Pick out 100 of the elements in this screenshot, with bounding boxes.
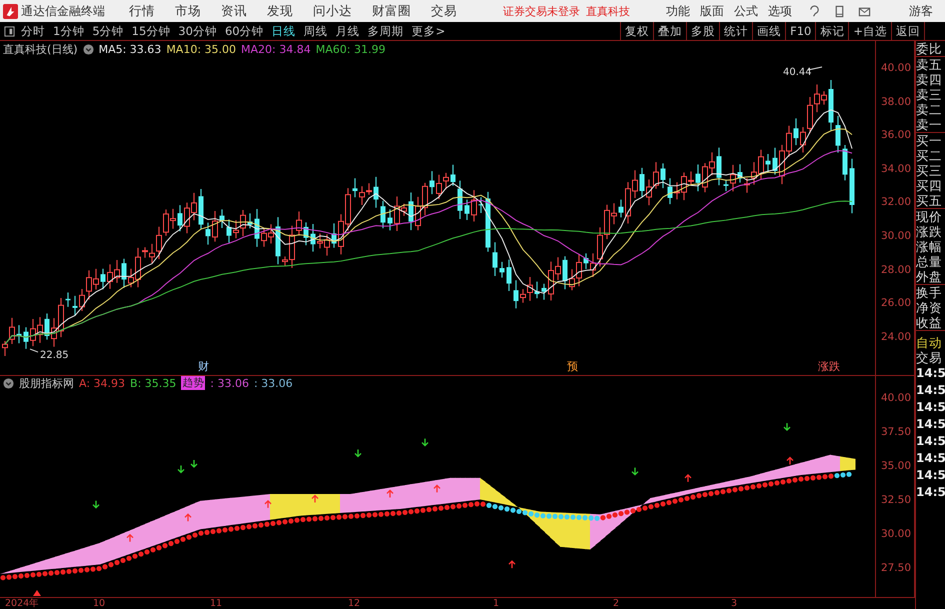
auto-label[interactable]: 自动: [916, 335, 945, 350]
quote-field-label: 换手: [916, 285, 943, 300]
up-triangle-icon: [33, 590, 41, 596]
quote-field-label: 总量: [916, 254, 943, 269]
period-tab[interactable]: 周线: [304, 24, 328, 38]
up-arrow-icon: [786, 456, 794, 466]
indicator-value: : 33.06: [254, 376, 293, 390]
period-tab[interactable]: 15分钟: [132, 24, 170, 38]
chart-action-button[interactable]: 多股: [686, 22, 720, 40]
quote-field-label: 卖一: [916, 117, 943, 132]
quote-field-label: 买二: [916, 148, 943, 163]
menu-item[interactable]: 市场: [175, 2, 201, 20]
quote-field-label: 收益: [916, 315, 943, 330]
event-marker[interactable]: 财: [198, 360, 210, 373]
chart-action-button[interactable]: 画线: [752, 22, 786, 40]
chart-action-button[interactable]: 复权: [620, 22, 654, 40]
quote-field-label: 委比: [916, 41, 943, 56]
period-tab[interactable]: 多周期: [368, 24, 404, 38]
app-title: 通达信金融终端: [21, 2, 105, 20]
date-axis-label: 2024年: [5, 598, 40, 609]
period-tab[interactable]: 60分钟: [224, 24, 264, 38]
chart-action-button[interactable]: F10: [785, 22, 816, 40]
price-axis-label: 36.00: [880, 128, 911, 142]
indicator-axis-label: 32.50: [880, 493, 911, 507]
chart-action-button[interactable]: 叠加: [653, 22, 686, 40]
quote-field-label: 卖四: [916, 72, 943, 87]
quote-field-label: 现价: [916, 209, 943, 224]
menu-item[interactable]: 发现: [267, 2, 293, 20]
menu-item[interactable]: 行情: [129, 2, 155, 20]
price-axis-label: 32.00: [880, 195, 911, 210]
chart-action-button[interactable]: 返回: [891, 22, 924, 40]
period-tab[interactable]: 分时: [21, 24, 45, 38]
ma-value: MA10: 35.00: [166, 42, 236, 56]
trade-time: 14:5: [916, 416, 945, 433]
period-tab[interactable]: 30分钟: [178, 24, 217, 38]
quote-field-label: 净资: [916, 300, 943, 315]
mail-icon[interactable]: [858, 4, 871, 18]
indicator-axis-label: 30.00: [880, 527, 911, 541]
down-arrow-icon: [354, 448, 362, 458]
login-status: 证券交易未登录: [503, 4, 580, 18]
menu-item[interactable]: 问小达: [313, 2, 352, 20]
event-marker[interactable]: 预: [567, 360, 578, 373]
chart-action-button[interactable]: +自选: [848, 22, 891, 40]
down-arrow-icon: [783, 422, 791, 432]
quote-field-label: 买三: [916, 163, 943, 178]
quote-field-label: 卖二: [916, 102, 943, 117]
up-arrow-icon: [311, 494, 319, 504]
price-axis-label: 40.00: [880, 61, 911, 75]
indicator-axis-label: 35.00: [880, 459, 911, 473]
stock-link[interactable]: 直真科技: [586, 4, 630, 18]
low-price-annotation: 22.85: [30, 348, 69, 362]
indicator-axis-label: 27.50: [880, 561, 911, 575]
dropdown-icon[interactable]: [82, 44, 94, 54]
tool-menu-item[interactable]: 公式: [734, 2, 758, 20]
menu-item[interactable]: 交易: [431, 2, 457, 20]
tool-menu-item[interactable]: 版面: [700, 2, 724, 20]
period-tab[interactable]: 更多>: [412, 24, 446, 38]
up-arrow-icon: [184, 513, 192, 522]
up-arrow-icon: [508, 560, 516, 569]
trade-time: 14:5: [916, 382, 945, 399]
down-arrow-icon: [177, 464, 185, 474]
quote-field-label: 涨跌: [916, 224, 943, 239]
date-axis-label: 10: [93, 598, 106, 609]
tool-menu-item[interactable]: 功能: [666, 2, 690, 20]
indicator-axis-label: 40.00: [880, 391, 911, 405]
indicator-value: B: 35.35: [130, 376, 176, 390]
down-arrow-icon: [190, 459, 198, 468]
phone-icon[interactable]: [833, 4, 846, 18]
menu-item[interactable]: 资讯: [221, 2, 247, 20]
indicator-title: 股朋指标网: [19, 376, 74, 390]
date-axis-label: 1: [493, 598, 500, 609]
event-marker[interactable]: 涨跌: [818, 360, 840, 373]
ma-value: MA5: 33.63: [98, 42, 162, 56]
quote-field-label: 涨幅: [916, 239, 943, 254]
trade-time: 14:5: [916, 484, 945, 501]
date-axis-label: 11: [210, 598, 222, 609]
tool-menu-item[interactable]: 选项: [768, 2, 792, 20]
trend-tag: 趋势: [181, 376, 206, 390]
chart-title: 直真科技(日线): [3, 42, 78, 56]
quote-field-label: 买四: [916, 178, 943, 193]
period-tab[interactable]: 5分钟: [92, 24, 124, 38]
chart-action-button[interactable]: 标记: [815, 22, 848, 40]
period-tab[interactable]: 日线: [272, 24, 296, 38]
price-axis-label: 28.00: [880, 262, 911, 277]
quote-field-label: 卖三: [916, 87, 943, 102]
panel-toggle-icon[interactable]: [4, 26, 15, 36]
quote-field-label: 买一: [916, 133, 943, 148]
menu-item[interactable]: 财富圈: [372, 2, 411, 20]
up-arrow-icon: [684, 474, 692, 483]
chart-action-button[interactable]: 统计: [719, 22, 752, 40]
trade-time: 14:5: [916, 467, 945, 484]
high-price-annotation: 40.44: [783, 66, 822, 78]
up-arrow-icon: [433, 484, 441, 494]
dropdown-icon[interactable]: [3, 378, 14, 388]
period-tab[interactable]: 月线: [336, 24, 360, 38]
period-tab[interactable]: 1分钟: [53, 24, 84, 38]
quote-field-label: 外盘: [916, 269, 943, 284]
date-axis-label: 2: [613, 598, 620, 609]
down-arrow-icon: [421, 438, 429, 446]
indicator-value: A: 34.93: [79, 376, 126, 390]
